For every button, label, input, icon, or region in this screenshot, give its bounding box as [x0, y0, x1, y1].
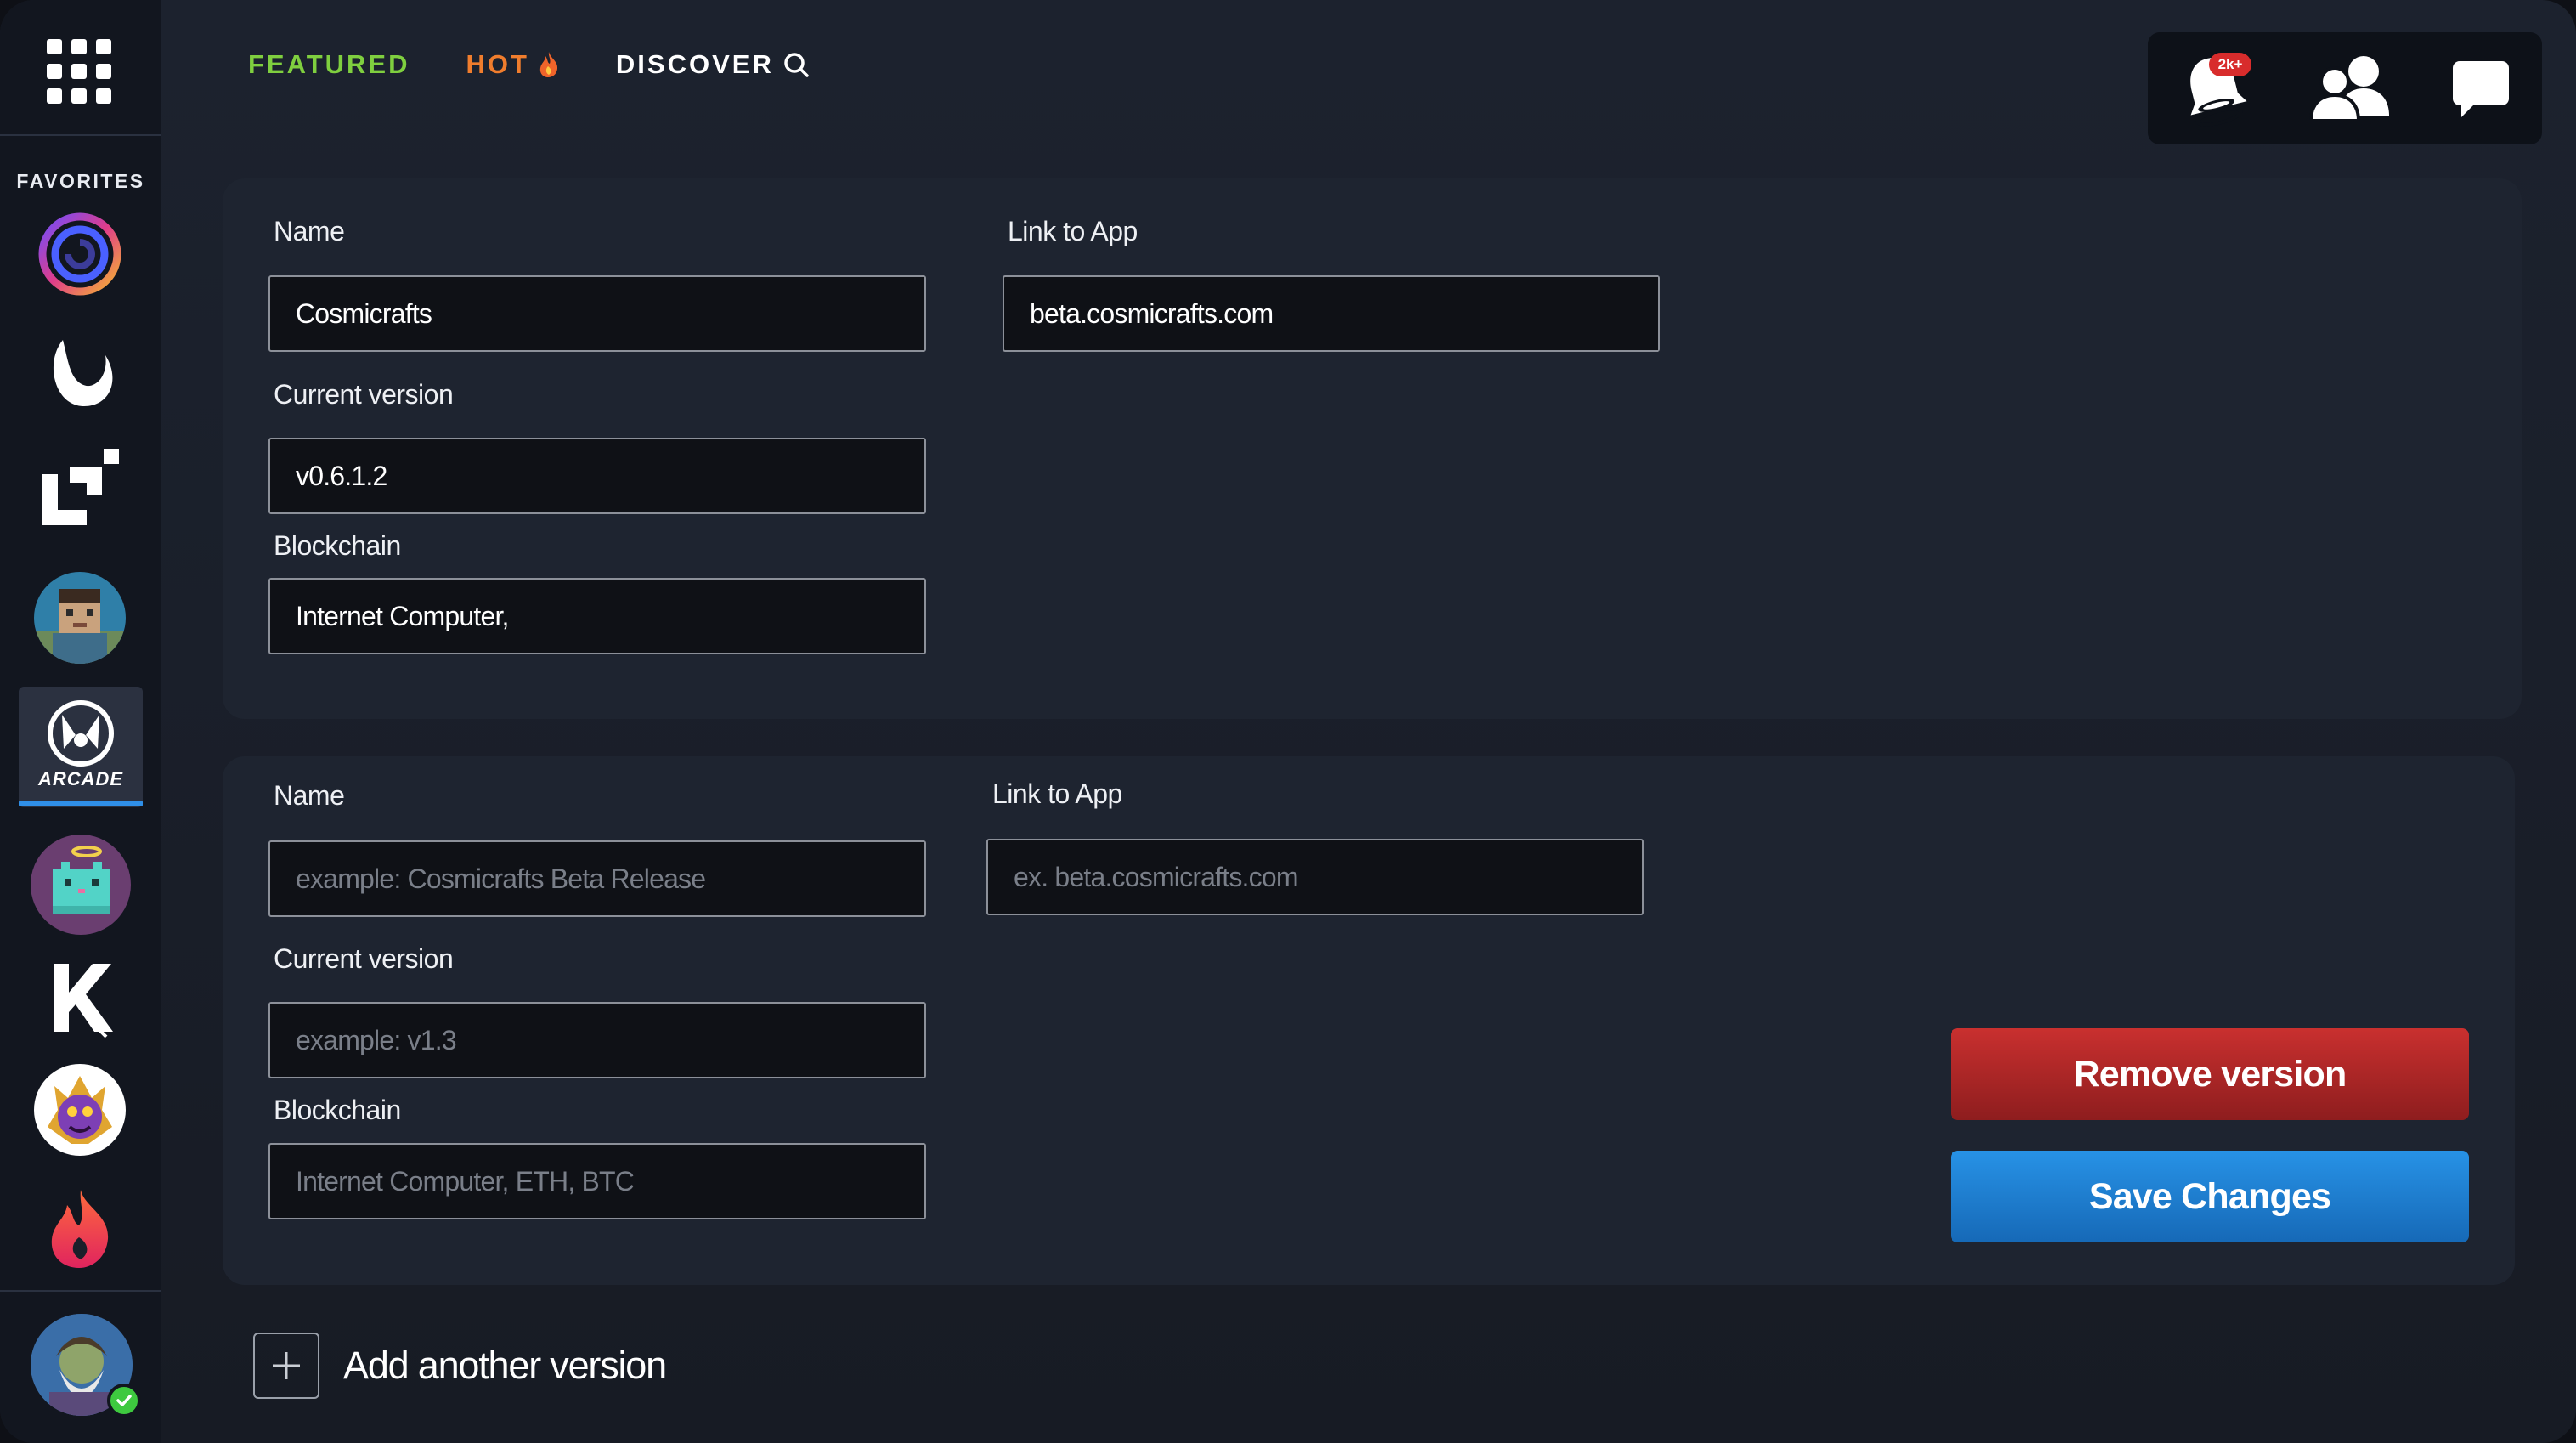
- name-field[interactable]: [268, 275, 926, 352]
- chat-icon: [2453, 61, 2509, 117]
- notification-badge: 2k+: [2209, 53, 2251, 76]
- version-field[interactable]: [268, 1002, 926, 1078]
- pixel-cat-icon: [53, 846, 110, 914]
- nav-featured-label: FEATURED: [248, 49, 410, 79]
- link-label: Link to App: [1008, 216, 1138, 246]
- spiral-logo-icon: [38, 212, 121, 296]
- friends-icon: [2308, 56, 2389, 122]
- blockchain-label: Blockchain: [274, 530, 401, 561]
- remove-version-button[interactable]: Remove version: [1951, 1028, 2469, 1120]
- name-label: Name: [274, 216, 345, 246]
- nav-hot[interactable]: HOT: [466, 49, 559, 80]
- sidebar: FAVORITES ARCADE: [0, 0, 161, 1443]
- chat-button[interactable]: [2449, 58, 2512, 123]
- name-label: Name: [274, 780, 345, 811]
- friends-button[interactable]: [2306, 53, 2394, 128]
- arcade-label: ARCADE: [37, 768, 124, 789]
- flame-logo-icon: [51, 1190, 109, 1268]
- nav-featured[interactable]: FEATURED: [248, 49, 410, 80]
- active-indicator: [19, 801, 143, 806]
- monster-avatar-icon: [48, 1076, 112, 1144]
- sidebar-item-cosmicrafts[interactable]: [34, 208, 126, 300]
- blockchain-label: Blockchain: [274, 1095, 401, 1125]
- sidebar-item-crescent[interactable]: [34, 325, 126, 416]
- nav-hot-label: HOT: [466, 49, 529, 79]
- save-changes-button[interactable]: Save Changes: [1951, 1151, 2469, 1242]
- blocky-avatar-icon: [34, 589, 126, 664]
- blockchain-field[interactable]: [268, 578, 926, 654]
- add-version-label: Add another version: [343, 1344, 667, 1387]
- version-label: Current version: [274, 379, 454, 410]
- fire-icon: [539, 52, 557, 77]
- app-window: FAVORITES ARCADE FEATURED HOT DISCOVER 2…: [0, 0, 2576, 1443]
- nav-discover[interactable]: DISCOVER: [616, 49, 810, 80]
- version-field[interactable]: [268, 438, 926, 514]
- favorites-label: FAVORITES: [16, 170, 145, 192]
- sidebar-item-blocky-avatar[interactable]: [34, 572, 126, 664]
- link-field[interactable]: [1003, 275, 1660, 352]
- sidebar-divider: [0, 1290, 161, 1292]
- link-field[interactable]: [986, 839, 1644, 915]
- version-label: Current version: [274, 943, 454, 974]
- plus-icon: [253, 1333, 319, 1399]
- sidebar-item-k-app[interactable]: [34, 952, 126, 1044]
- k-logo-icon: [54, 964, 113, 1038]
- top-nav: FEATURED HOT DISCOVER: [248, 49, 810, 80]
- name-field[interactable]: [268, 840, 926, 917]
- link-label: Link to App: [992, 778, 1122, 809]
- search-icon: [784, 53, 809, 77]
- online-status-icon: [107, 1384, 141, 1418]
- crescent-logo-icon: [53, 340, 113, 406]
- add-version-button[interactable]: Add another version: [253, 1333, 667, 1399]
- sidebar-item-flame[interactable]: [34, 1183, 126, 1275]
- top-right-panel: 2k+: [2148, 32, 2542, 144]
- sidebar-item-pixel-cat[interactable]: [31, 835, 131, 935]
- nav-discover-label: DISCOVER: [615, 49, 774, 79]
- blockchain-field[interactable]: [268, 1143, 926, 1219]
- apps-grid-icon[interactable]: [47, 39, 111, 104]
- sidebar-item-corner[interactable]: [34, 440, 126, 532]
- sidebar-item-monster[interactable]: [34, 1064, 126, 1156]
- sidebar-divider: [0, 134, 161, 136]
- arcade-logo-icon: [48, 700, 114, 767]
- corner-logo-icon: [42, 449, 119, 525]
